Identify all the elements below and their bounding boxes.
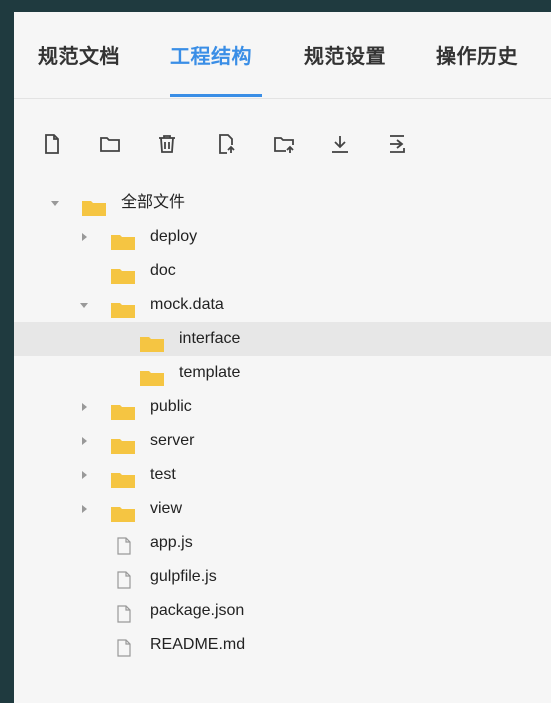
tree-node-file[interactable]: app.js xyxy=(14,526,551,560)
download-icon[interactable] xyxy=(328,132,352,156)
tab-bar: 规范文档 工程结构 规范设置 操作历史 xyxy=(14,12,551,99)
new-folder-icon[interactable] xyxy=(98,132,122,156)
expand-arrow-icon[interactable] xyxy=(77,390,91,424)
tree-node-label: doc xyxy=(150,262,176,279)
tree-node-label: template xyxy=(179,364,241,381)
upload-file-icon[interactable] xyxy=(214,132,238,156)
active-tab-indicator xyxy=(170,94,262,97)
folder-icon xyxy=(111,399,135,420)
folder-icon xyxy=(140,365,164,386)
tree-node-label: gulpfile.js xyxy=(150,568,217,585)
tree-node-label: public xyxy=(150,398,192,415)
expand-arrow-icon[interactable] xyxy=(77,492,91,526)
folder-icon xyxy=(82,195,106,216)
file-icon xyxy=(117,636,131,657)
tree-node-folder[interactable]: mock.data xyxy=(14,288,551,322)
tree-node-label: interface xyxy=(179,330,241,347)
tree-node-folder[interactable]: doc xyxy=(14,254,551,288)
tab-project-structure[interactable]: 工程结构 xyxy=(170,40,252,69)
tree-node-folder-selected[interactable]: interface xyxy=(14,322,551,356)
folder-icon xyxy=(140,331,164,352)
collapse-arrow-icon[interactable] xyxy=(48,186,62,220)
tree-node-label: app.js xyxy=(150,534,193,551)
tab-spec-docs[interactable]: 规范文档 xyxy=(38,40,120,69)
toolbar xyxy=(14,132,551,162)
export-icon[interactable] xyxy=(386,132,410,156)
project-structure-panel: 规范文档 工程结构 规范设置 操作历史 全部文件 deploy doc mock… xyxy=(14,12,551,703)
delete-icon[interactable] xyxy=(155,132,179,156)
tree-node-file[interactable]: package.json xyxy=(14,594,551,628)
tree-node-folder[interactable]: deploy xyxy=(14,220,551,254)
folder-icon xyxy=(111,229,135,250)
tree-node-folder[interactable]: test xyxy=(14,458,551,492)
new-file-icon[interactable] xyxy=(40,132,64,156)
file-icon xyxy=(117,534,131,555)
tree-node-folder[interactable]: public xyxy=(14,390,551,424)
tree-node-label: package.json xyxy=(150,602,245,619)
tree-node-label: 全部文件 xyxy=(121,194,186,211)
tab-spec-settings[interactable]: 规范设置 xyxy=(304,40,386,69)
tree-node-label: server xyxy=(150,432,195,449)
upload-folder-icon[interactable] xyxy=(272,132,296,156)
tree-node-file[interactable]: README.md xyxy=(14,628,551,662)
file-icon xyxy=(117,568,131,589)
folder-icon xyxy=(111,501,135,522)
folder-icon xyxy=(111,433,135,454)
tree-node-folder[interactable]: view xyxy=(14,492,551,526)
folder-icon xyxy=(111,297,135,318)
folder-icon xyxy=(111,467,135,488)
file-tree: 全部文件 deploy doc mock.data interface temp… xyxy=(14,186,551,662)
expand-arrow-icon[interactable] xyxy=(77,220,91,254)
tree-node-file[interactable]: gulpfile.js xyxy=(14,560,551,594)
collapse-arrow-icon[interactable] xyxy=(77,288,91,322)
tab-operation-history[interactable]: 操作历史 xyxy=(436,40,518,69)
tree-node-label: mock.data xyxy=(150,296,224,313)
file-icon xyxy=(117,602,131,623)
tree-node-folder[interactable]: server xyxy=(14,424,551,458)
tree-node-label: view xyxy=(150,500,183,517)
tree-node-root[interactable]: 全部文件 xyxy=(14,186,551,220)
tree-node-folder[interactable]: template xyxy=(14,356,551,390)
expand-arrow-icon[interactable] xyxy=(77,424,91,458)
folder-icon xyxy=(111,263,135,284)
expand-arrow-icon[interactable] xyxy=(77,458,91,492)
tree-node-label: test xyxy=(150,466,176,483)
tree-node-label: README.md xyxy=(150,636,246,653)
tree-node-label: deploy xyxy=(150,228,198,245)
